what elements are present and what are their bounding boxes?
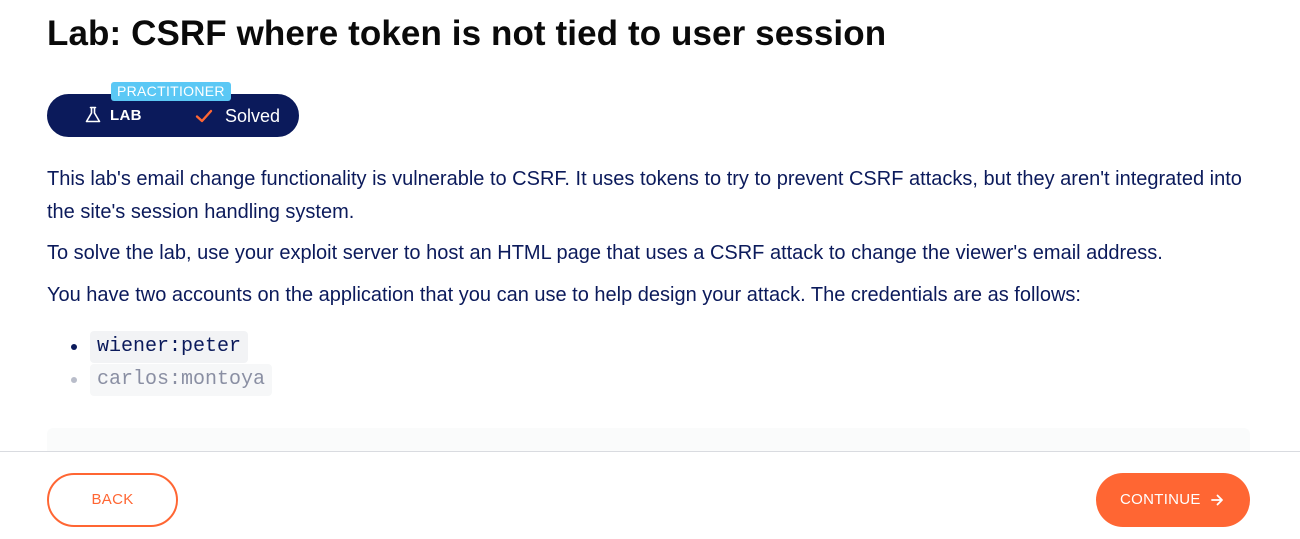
bullet-icon xyxy=(71,344,77,350)
credential-code: wiener:peter xyxy=(90,331,249,363)
check-icon xyxy=(195,109,213,123)
description-paragraph: This lab's email change functionality is… xyxy=(47,168,1242,223)
lab-type-label: LAB xyxy=(110,107,142,124)
credential-code: carlos:montoya xyxy=(90,364,273,396)
description-paragraph: You have two accounts on the application… xyxy=(47,284,1081,306)
continue-button[interactable]: CONTINUE xyxy=(1096,473,1250,527)
arrow-right-icon xyxy=(1211,494,1223,506)
level-badge: PRACTITIONER xyxy=(111,82,231,101)
back-button[interactable]: BACK xyxy=(47,473,178,527)
page-title: Lab: CSRF where token is not tied to use… xyxy=(47,14,887,53)
bullet-icon xyxy=(71,377,77,383)
continue-label: CONTINUE xyxy=(1120,491,1201,508)
lab-page: Lab: CSRF where token is not tied to use… xyxy=(0,0,1300,539)
description-paragraph: To solve the lab, use your exploit serve… xyxy=(47,242,1163,264)
flask-icon xyxy=(85,106,101,123)
footer-nav: BACK CONTINUE xyxy=(0,451,1300,539)
status-label: Solved xyxy=(225,106,281,126)
